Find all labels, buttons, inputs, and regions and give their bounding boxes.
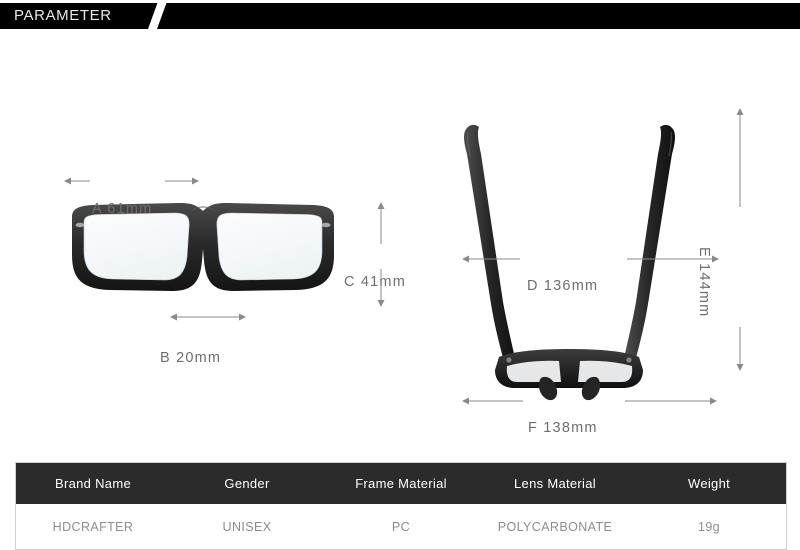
dimension-label-a: A 61mm (92, 201, 153, 217)
cell-gender: UNISEX (222, 519, 272, 534)
dimension-label-c: C 41mm (344, 274, 406, 290)
dimension-label-b: B 20mm (160, 350, 222, 366)
column-header-weight: Weight (687, 476, 731, 491)
accent-slash-decoration (144, 3, 169, 29)
table-header-row: Brand Name Gender Frame Material Lens Ma… (16, 463, 786, 504)
dimension-label-f: F 138mm (528, 420, 598, 436)
column-header-frame-material: Frame Material (355, 476, 447, 491)
specification-table: Brand Name Gender Frame Material Lens Ma… (15, 462, 787, 550)
column-header-brand-name: Brand Name (55, 476, 131, 491)
cell-lens-material: POLYCARBONATE (497, 519, 613, 534)
parameter-header-bar: PARAMETER (0, 3, 800, 29)
eyeglasses-top-view-image (437, 114, 702, 404)
dimension-label-d: D 136mm (527, 278, 599, 294)
column-header-lens-material: Lens Material (514, 476, 596, 491)
product-dimension-diagram: A 61mm B 20mm C 41mm D 136mm E 144mm F 1… (0, 29, 800, 454)
cell-brand-name: HDCRAFTER (52, 519, 134, 534)
cell-frame-material: PC (391, 519, 411, 534)
cell-weight: 19g (697, 519, 721, 534)
column-header-gender: Gender (224, 476, 270, 491)
table-row: HDCRAFTER UNISEX PC POLYCARBONATE 19g (16, 504, 786, 549)
dimension-label-e: E 144mm (696, 247, 712, 318)
page-title: PARAMETER (14, 7, 112, 24)
